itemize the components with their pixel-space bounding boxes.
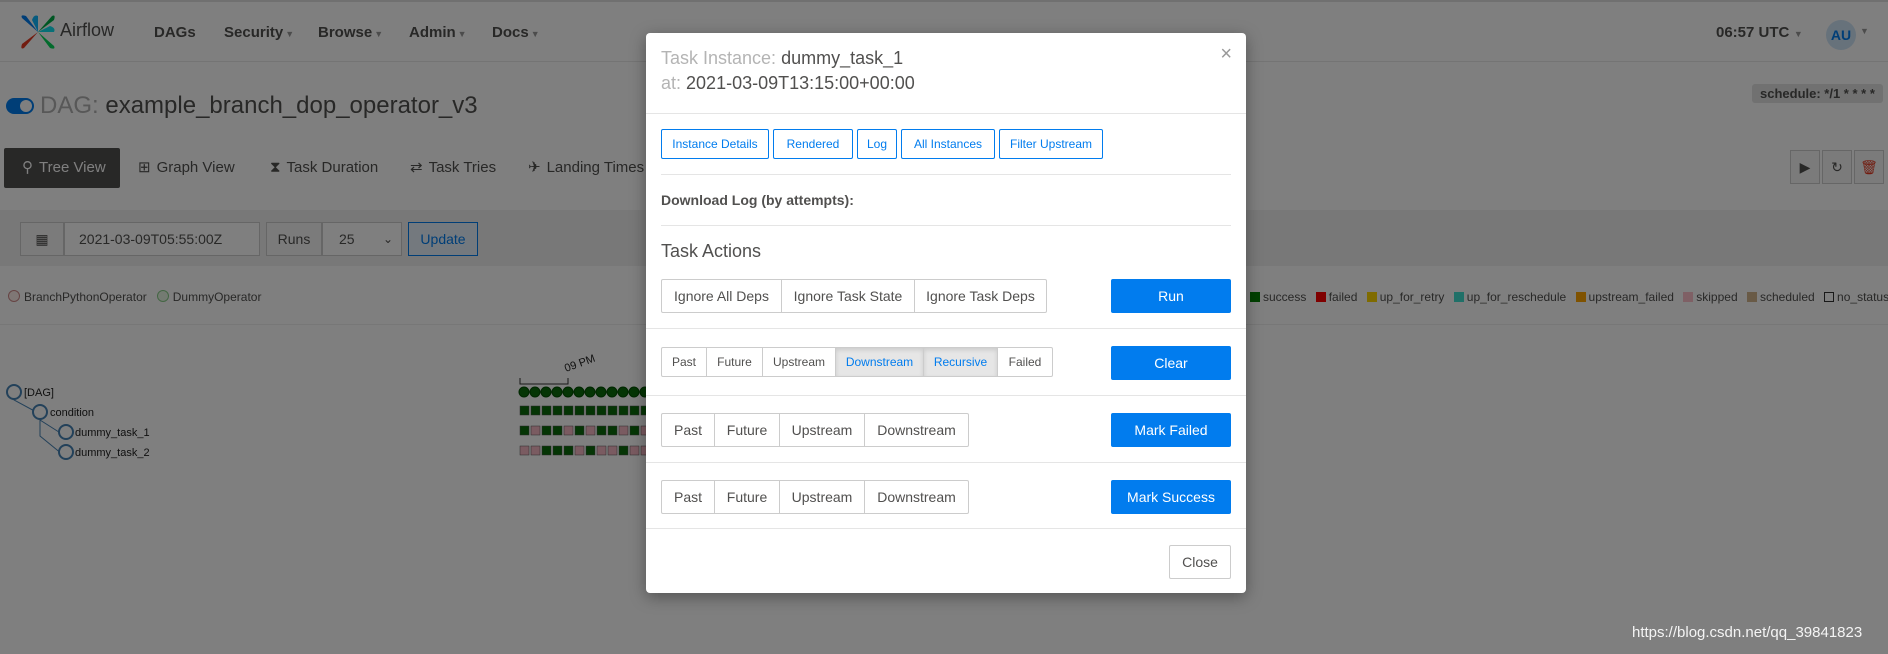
clear-failed-toggle[interactable]: Failed [997, 347, 1053, 377]
ignore-task-deps-toggle[interactable]: Ignore Task Deps [914, 279, 1047, 313]
close-button[interactable]: Close [1169, 545, 1231, 579]
execution-date-label: at: [661, 73, 682, 93]
clear-upstream-toggle[interactable]: Upstream [762, 347, 836, 377]
watermark: https://blog.csdn.net/qq_39841823 [1632, 624, 1863, 641]
mark-failed-upstream-toggle[interactable]: Upstream [779, 413, 865, 447]
execution-date-line: at: 2021-03-09T13:15:00+00:00 [661, 73, 915, 94]
clear-downstream-toggle[interactable]: Downstream [835, 347, 924, 377]
task-actions-title: Task Actions [661, 241, 762, 261]
mark-failed-future-toggle[interactable]: Future [714, 413, 780, 447]
instance-details-button[interactable]: Instance Details [661, 129, 769, 159]
clear-button[interactable]: Clear [1111, 346, 1231, 380]
mark-success-past-toggle[interactable]: Past [661, 480, 715, 514]
mark-success-upstream-toggle[interactable]: Upstream [779, 480, 865, 514]
ignore-all-deps-toggle[interactable]: Ignore All Deps [661, 279, 782, 313]
task-instance-modal: Task Instance: dummy_task_1 at: 2021-03-… [646, 33, 1246, 593]
execution-date-value: 2021-03-09T13:15:00+00:00 [686, 73, 915, 93]
mark-failed-past-toggle[interactable]: Past [661, 413, 715, 447]
close-icon[interactable]: × [1220, 43, 1232, 66]
rendered-button[interactable]: Rendered [773, 129, 853, 159]
filter-upstream-button[interactable]: Filter Upstream [999, 129, 1103, 159]
task-instance-line: Task Instance: dummy_task_1 [661, 48, 903, 69]
mark-success-button[interactable]: Mark Success [1111, 480, 1231, 514]
clear-past-toggle[interactable]: Past [661, 347, 707, 377]
clear-recursive-toggle[interactable]: Recursive [923, 347, 998, 377]
mark-failed-button[interactable]: Mark Failed [1111, 413, 1231, 447]
divider [661, 225, 1231, 226]
clear-future-toggle[interactable]: Future [706, 347, 763, 377]
all-instances-button[interactable]: All Instances [901, 129, 995, 159]
task-instance-label: Task Instance: [661, 48, 777, 68]
divider [646, 462, 1246, 463]
divider [646, 395, 1246, 396]
divider [661, 174, 1231, 175]
modal-footer-divider [646, 528, 1246, 529]
log-button[interactable]: Log [857, 129, 897, 159]
divider [646, 328, 1246, 329]
mark-success-downstream-toggle[interactable]: Downstream [864, 480, 969, 514]
download-log-label: Download Log (by attempts): [661, 192, 854, 208]
run-button[interactable]: Run [1111, 279, 1231, 313]
run-options-group: Ignore All Deps Ignore Task State Ignore… [661, 279, 1047, 313]
mark-success-future-toggle[interactable]: Future [714, 480, 780, 514]
mark-success-options-group: Past Future Upstream Downstream [661, 480, 969, 514]
ignore-task-state-toggle[interactable]: Ignore Task State [781, 279, 915, 313]
clear-options-group: Past Future Upstream Downstream Recursiv… [661, 347, 1053, 377]
task-instance-value: dummy_task_1 [781, 48, 904, 68]
mark-failed-downstream-toggle[interactable]: Downstream [864, 413, 969, 447]
mark-failed-options-group: Past Future Upstream Downstream [661, 413, 969, 447]
modal-header: Task Instance: dummy_task_1 at: 2021-03-… [646, 33, 1246, 114]
